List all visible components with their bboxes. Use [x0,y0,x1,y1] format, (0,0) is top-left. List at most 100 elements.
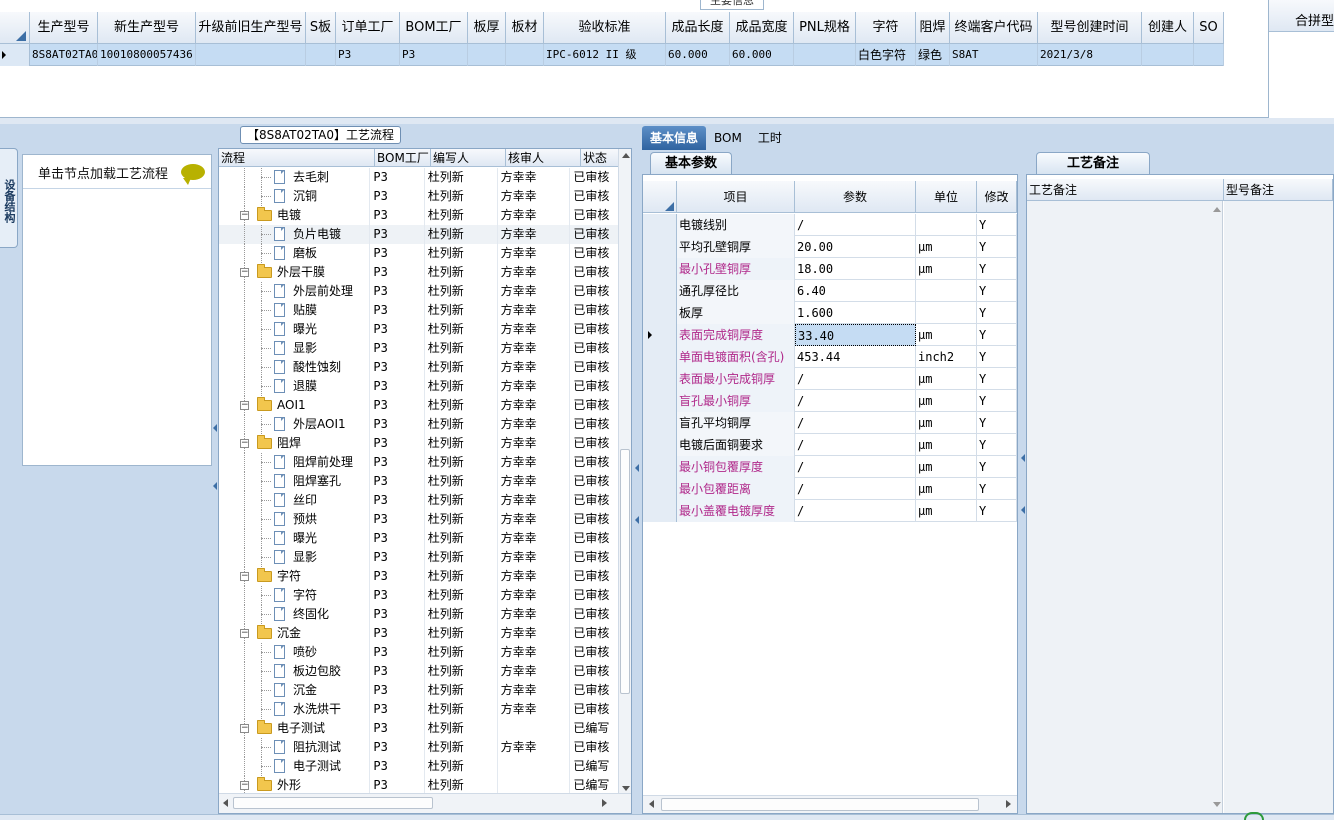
tree-row[interactable]: 贴膜 P3 杜列新 方幸幸 已审核 [219,301,619,320]
tree-node[interactable]: 曝光 [219,529,371,548]
speech-bubble-icon[interactable] [181,164,205,185]
tree-row[interactable]: 终固化 P3 杜列新 方幸幸 已审核 [219,605,619,624]
cell-status[interactable]: 已审核 [570,263,619,282]
cell-material[interactable] [506,44,544,66]
col-reviewer[interactable]: 核审人 [506,149,581,167]
cell-status[interactable]: 已审核 [570,681,619,700]
cell-writer[interactable]: 杜列新 [425,662,498,681]
param-unit-cell[interactable]: μm [916,456,977,478]
cell-bom-factory[interactable]: P3 [370,244,425,263]
param-row[interactable]: 表面完成铜厚度 33.40 μm Y [643,324,1017,346]
param-row[interactable]: 平均孔壁铜厚 20.00 μm Y [643,236,1017,258]
tree-row[interactable]: 电子测试 P3 杜列新 已编写 [219,757,619,776]
cell-bom-factory[interactable]: P3 [370,263,425,282]
cell-status[interactable]: 已审核 [570,244,619,263]
tree-row[interactable]: − 电子测试 P3 杜列新 已编写 [219,719,619,738]
tree-node[interactable]: 沉铜 [219,187,371,206]
scroll-left-arrow-icon[interactable] [223,799,228,807]
cell-bom-factory[interactable]: P3 [370,624,425,643]
tree-node[interactable]: 外层AOI1 [219,415,371,434]
tree-row[interactable]: 板边包胶 P3 杜列新 方幸幸 已审核 [219,662,619,681]
cell-writer[interactable]: 杜列新 [425,434,498,453]
collapse-toggle-icon[interactable]: − [240,401,249,410]
param-unit-cell[interactable]: μm [916,500,977,522]
tab-equipment-structure[interactable]: 设备结构 [0,148,18,248]
param-unit-cell[interactable]: μm [916,390,977,412]
param-modify-cell[interactable]: Y [977,412,1017,434]
cell-status[interactable]: 已审核 [570,624,619,643]
param-value-cell[interactable]: / [795,368,916,390]
tree-node[interactable]: − 外层干膜 [219,263,371,282]
cell-status[interactable]: 已审核 [570,548,619,567]
cell-so[interactable] [1194,44,1224,66]
cell-bom-factory[interactable]: P3 [370,301,425,320]
collapse-toggle-icon[interactable]: − [240,572,249,581]
cell-bom-factory[interactable]: P3 [370,472,425,491]
cell-writer[interactable]: 杜列新 [425,339,498,358]
scroll-down-arrow-icon[interactable] [1213,802,1221,807]
col-old-production-model[interactable]: 升级前旧生产型号 [196,12,306,44]
param-row[interactable]: 盲孔最小铜厚 / μm Y [643,390,1017,412]
param-modify-cell[interactable]: Y [977,368,1017,390]
tree-row[interactable]: 喷砂 P3 杜列新 方幸幸 已审核 [219,643,619,662]
tree-node[interactable]: 丝印 [219,491,371,510]
tree-node[interactable]: 酸性蚀刻 [219,358,371,377]
param-value-cell[interactable]: / [795,412,916,434]
collapse-toggle-icon[interactable]: − [240,268,249,277]
cell-reviewer[interactable]: 方幸幸 [498,396,571,415]
cell-writer[interactable]: 杜列新 [425,681,498,700]
tree-node[interactable]: − 字符 [219,567,371,586]
param-unit-cell[interactable]: μm [916,412,977,434]
param-row[interactable]: 电镀后面铜要求 / μm Y [643,434,1017,456]
cell-writer[interactable]: 杜列新 [425,643,498,662]
scroll-right-arrow-icon[interactable] [602,799,607,807]
cell-writer[interactable]: 杜列新 [425,567,498,586]
param-modify-cell[interactable]: Y [977,236,1017,258]
param-value-cell[interactable]: / [795,478,916,500]
col-new-production-model[interactable]: 新生产型号 [98,12,196,44]
param-value-cell[interactable]: 1.600 [795,302,916,324]
tree-node[interactable]: 阻焊塞孔 [219,472,371,491]
param-unit-cell[interactable]: μm [916,434,977,456]
col-unit[interactable]: 单位 [916,181,977,213]
cell-reviewer[interactable]: 方幸幸 [498,415,571,434]
tab-main-info[interactable]: 主要信息 [700,0,764,10]
cell-status[interactable]: 已审核 [570,510,619,529]
tree-node[interactable]: 电子测试 [219,757,371,776]
tree-node[interactable]: 贴膜 [219,301,371,320]
tree-node[interactable]: 显影 [219,339,371,358]
cell-bom-factory[interactable]: P3 [370,187,425,206]
col-material[interactable]: 板材 [506,12,544,44]
param-unit-cell[interactable] [916,302,977,324]
cell-reviewer[interactable]: 方幸幸 [498,738,571,757]
cell-bom-factory[interactable]: P3 [370,396,425,415]
cell-s-board[interactable] [306,44,336,66]
param-value-cell[interactable]: 20.00 [795,236,916,258]
cell-bom-factory[interactable]: P3 [370,282,425,301]
cell-status[interactable]: 已审核 [570,586,619,605]
cell-status[interactable]: 已编写 [570,719,619,738]
col-writer[interactable]: 编写人 [431,149,506,167]
cell-status[interactable]: 已审核 [570,738,619,757]
tree-node[interactable]: 退膜 [219,377,371,396]
cell-writer[interactable]: 杜列新 [425,510,498,529]
cell-bom-factory[interactable]: P3 [370,377,425,396]
param-modify-cell[interactable]: Y [977,302,1017,324]
col-so[interactable]: SO [1194,12,1224,44]
cell-finished-length[interactable]: 60.000 [666,44,730,66]
cell-writer[interactable]: 杜列新 [425,225,498,244]
cell-status[interactable]: 已审核 [570,320,619,339]
scroll-right-arrow-icon[interactable] [1006,800,1011,808]
tree-row[interactable]: − AOI1 P3 杜列新 方幸幸 已审核 [219,396,619,415]
cell-reviewer[interactable]: 方幸幸 [498,187,571,206]
cell-bom-factory[interactable]: P3 [370,168,425,187]
cell-reviewer[interactable]: 方幸幸 [498,510,571,529]
tree-row[interactable]: 磨板 P3 杜列新 方幸幸 已审核 [219,244,619,263]
col-finished-width[interactable]: 成品宽度 [730,12,794,44]
cell-bom-factory[interactable]: P3 [370,434,425,453]
cell-status[interactable]: 已编写 [570,757,619,776]
param-row[interactable]: 电镀线别 / Y [643,214,1017,236]
tree-row[interactable]: 阻焊塞孔 P3 杜列新 方幸幸 已审核 [219,472,619,491]
param-value-cell[interactable]: / [795,214,916,236]
param-value-cell[interactable]: 6.40 [795,280,916,302]
